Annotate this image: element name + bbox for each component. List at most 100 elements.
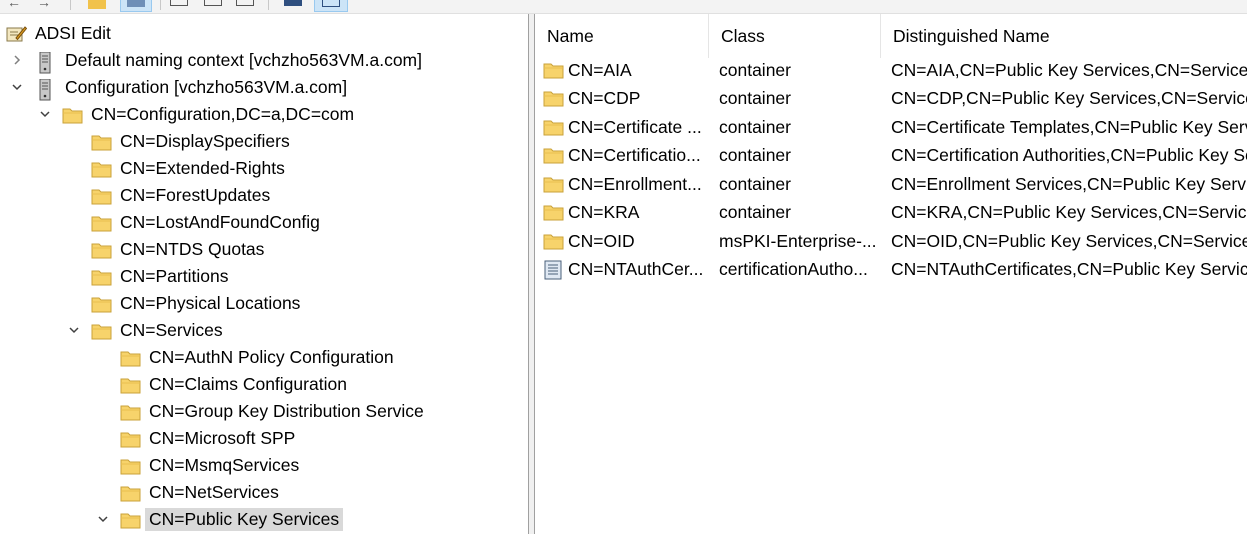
tree-item-label: Default naming context [vchzho563VM.a.co…: [65, 50, 422, 70]
tree-item-label: CN=MsmqServices: [149, 455, 300, 475]
folder-icon: [62, 106, 83, 124]
tree-item-label: CN=Public Key Services: [145, 508, 344, 531]
cell-class: container: [719, 173, 791, 194]
tree-item-display-specifiers[interactable]: CN=DisplaySpecifiers: [91, 129, 290, 154]
tree-item-microsoft-spp[interactable]: CN=Microsoft SPP: [120, 426, 295, 451]
list-item[interactable]: CN=AIA container CN=AIA,CN=Public Key Se…: [535, 56, 1247, 84]
cell-name: CN=KRA: [543, 198, 709, 226]
chevron-down-icon[interactable]: [38, 107, 52, 121]
tree-item-label: CN=Group Key Distribution Service: [149, 401, 424, 421]
cell-class: container: [719, 201, 791, 222]
list-item[interactable]: CN=OID msPKI-Enterprise-... CN=OID,CN=Pu…: [535, 227, 1247, 255]
folder-icon: [120, 376, 141, 394]
up-folder-button[interactable]: [86, 0, 108, 10]
folder-icon: [543, 89, 564, 107]
column-header-label: Class: [721, 25, 765, 46]
refresh-icon: [204, 0, 222, 6]
cell-text: CN=Certificatio...: [568, 144, 701, 165]
cell-text: CN=KRA: [568, 201, 640, 222]
tree-item-configuration[interactable]: Configuration [vchzho563VM.a.com]: [36, 75, 347, 100]
folder-icon: [91, 160, 112, 178]
properties-button[interactable]: [168, 0, 190, 10]
tree-item-label: CN=Partitions: [120, 266, 229, 286]
tree-item-label: ADSI Edit: [35, 23, 111, 43]
column-header-name[interactable]: Name: [535, 14, 709, 58]
folder-icon: [543, 175, 564, 193]
cell-class: container: [719, 116, 791, 137]
tree-item-services[interactable]: CN=Services: [91, 318, 223, 343]
chevron-down-icon[interactable]: [10, 80, 24, 94]
folder-icon: [543, 146, 564, 164]
tree-item-cn-configuration[interactable]: CN=Configuration,DC=a,DC=com: [62, 102, 354, 127]
folder-icon: [543, 232, 564, 250]
cell-distinguished-name: CN=Enrollment Services,CN=Public Key Ser…: [891, 173, 1247, 194]
tree-item-claims-configuration[interactable]: CN=Claims Configuration: [120, 372, 347, 397]
tree-item-net-services[interactable]: CN=NetServices: [120, 480, 279, 505]
cell-name: CN=CDP: [543, 84, 709, 112]
list-item[interactable]: CN=CDP container CN=CDP,CN=Public Key Se…: [535, 84, 1247, 112]
list-item[interactable]: CN=KRA container CN=KRA,CN=Public Key Se…: [535, 198, 1247, 226]
help-button[interactable]: [282, 0, 304, 10]
cell-text: CN=Certificate ...: [568, 116, 702, 137]
tree-item-forest-updates[interactable]: CN=ForestUpdates: [91, 183, 270, 208]
folder-icon: [543, 118, 564, 136]
properties-icon: [170, 0, 188, 6]
tree-item-default-naming-context[interactable]: Default naming context [vchzho563VM.a.co…: [36, 48, 422, 73]
console-tree-icon: [127, 0, 145, 7]
list-item[interactable]: CN=Enrollment... container CN=Enrollment…: [535, 170, 1247, 198]
export-list-icon: [236, 0, 254, 6]
list-item[interactable]: CN=Certificate ... container CN=Certific…: [535, 113, 1247, 141]
tree-item-adsi-edit[interactable]: ADSI Edit: [6, 21, 111, 46]
toolbar-separator: [160, 0, 161, 10]
folder-icon: [543, 203, 564, 221]
cell-name: CN=OID: [543, 227, 709, 255]
column-header-distinguished-name[interactable]: Distinguished Name: [881, 14, 1247, 58]
tree-item-label: CN=Configuration,DC=a,DC=com: [91, 104, 355, 124]
tree-item-label: CN=NetServices: [149, 482, 279, 502]
column-header-label: Name: [547, 25, 594, 46]
cell-distinguished-name: CN=AIA,CN=Public Key Services,CN=Service…: [891, 59, 1247, 80]
cell-distinguished-name: CN=Certificate Templates,CN=Public Key S…: [891, 116, 1247, 137]
cell-name: CN=Certificatio...: [543, 141, 709, 169]
tree-item-msmq-services[interactable]: CN=MsmqServices: [120, 453, 299, 478]
cell-name: CN=Enrollment...: [543, 170, 709, 198]
cell-distinguished-name: CN=NTAuthCertificates,CN=Public Key Serv…: [891, 258, 1247, 279]
show-action-pane-button[interactable]: [314, 0, 348, 12]
toolbar-separator: [268, 0, 269, 10]
server-icon: [36, 51, 57, 73]
tree-item-label: CN=Claims Configuration: [149, 374, 347, 394]
tree-item-partitions[interactable]: CN=Partitions: [91, 264, 228, 289]
show-tree-button[interactable]: [120, 0, 152, 12]
list-item[interactable]: CN=NTAuthCer... certificationAutho... CN…: [535, 255, 1247, 283]
cell-class: container: [719, 59, 791, 80]
results-list: Name Class Distinguished Name CN=AIA con…: [534, 14, 1247, 534]
column-header-label: Distinguished Name: [893, 25, 1050, 46]
refresh-button[interactable]: [202, 0, 224, 10]
tree-item-authn-policy-configuration[interactable]: CN=AuthN Policy Configuration: [120, 345, 394, 370]
chevron-down-icon[interactable]: [96, 512, 110, 526]
list-header: Name Class Distinguished Name: [535, 14, 1247, 59]
folder-icon: [543, 61, 564, 79]
toolbar-separator: [70, 0, 71, 10]
forward-button[interactable]: →: [36, 0, 52, 10]
list-item[interactable]: CN=Certificatio... container CN=Certific…: [535, 141, 1247, 169]
cell-name: CN=AIA: [543, 56, 709, 84]
tree-item-lost-and-found-config[interactable]: CN=LostAndFoundConfig: [91, 210, 320, 235]
folder-icon: [120, 511, 141, 529]
export-list-button[interactable]: [234, 0, 256, 10]
column-header-class[interactable]: Class: [709, 14, 881, 58]
back-button[interactable]: ←: [6, 0, 22, 10]
tree-item-group-key-distribution-service[interactable]: CN=Group Key Distribution Service: [120, 399, 424, 424]
tree-item-extended-rights[interactable]: CN=Extended-Rights: [91, 156, 285, 181]
folder-icon: [91, 295, 112, 313]
tree-item-label: CN=Extended-Rights: [120, 158, 285, 178]
chevron-right-icon[interactable]: [10, 53, 24, 67]
tree-item-physical-locations[interactable]: CN=Physical Locations: [91, 291, 300, 316]
tree-item-ntds-quotas[interactable]: CN=NTDS Quotas: [91, 237, 264, 262]
chevron-down-icon[interactable]: [67, 323, 81, 337]
tree-item-label: CN=ForestUpdates: [120, 185, 271, 205]
tree-item-label: Configuration [vchzho563VM.a.com]: [65, 77, 348, 97]
tree-item-public-key-services[interactable]: CN=Public Key Services: [120, 507, 344, 532]
folder-icon: [91, 187, 112, 205]
arrow-left-icon: ←: [7, 0, 21, 10]
